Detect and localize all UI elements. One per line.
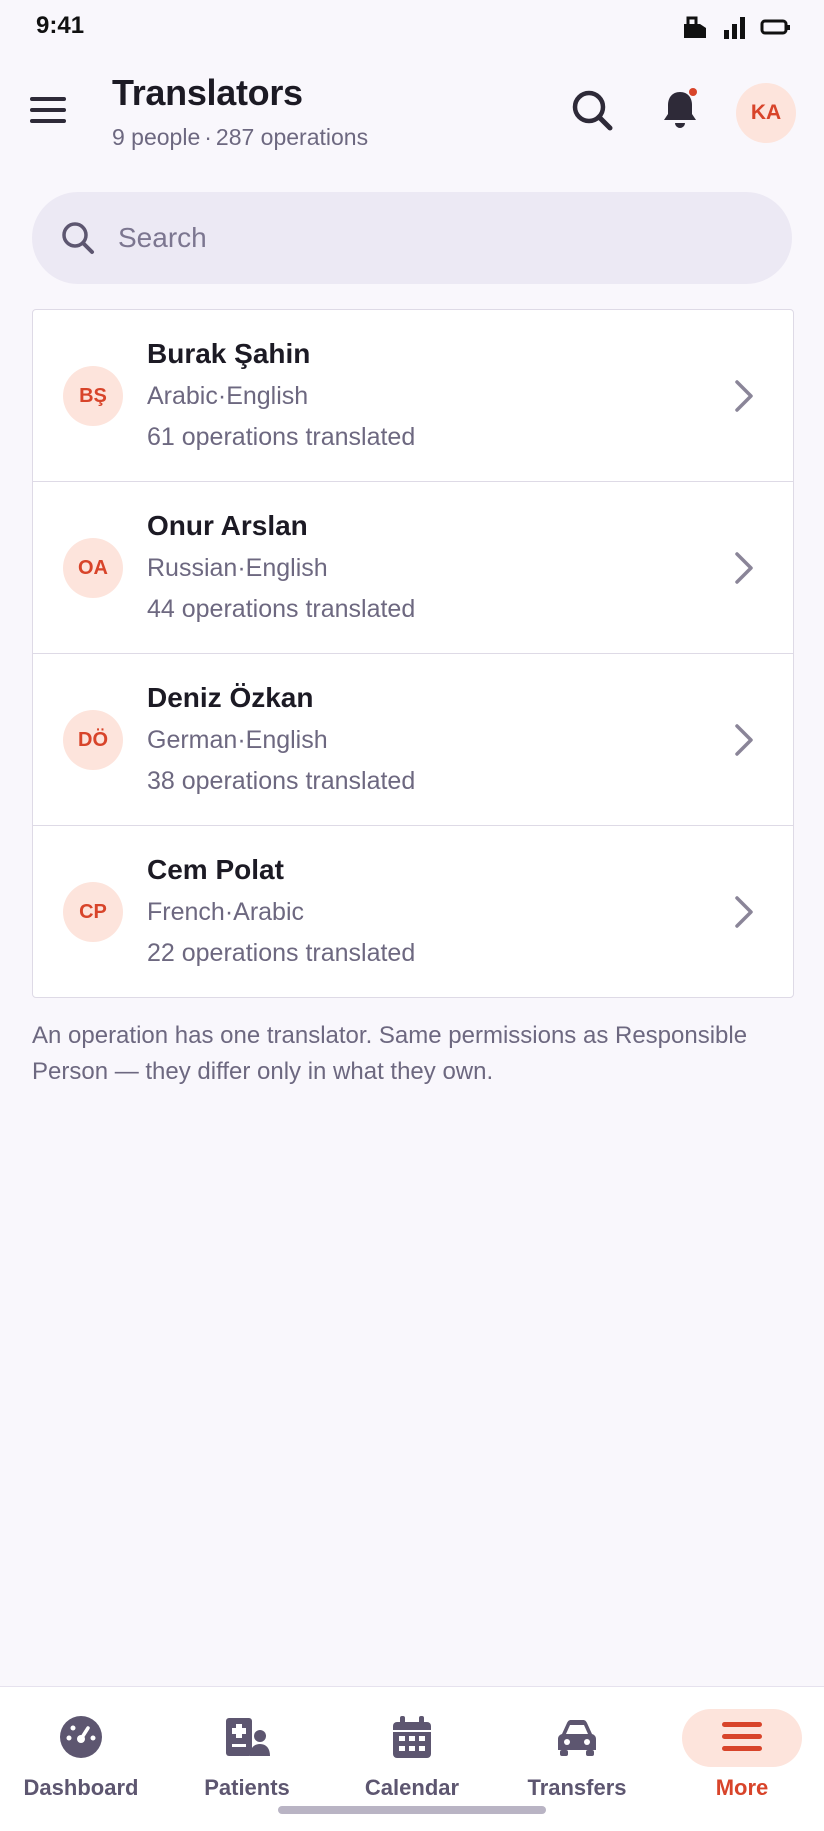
signal-icon (724, 17, 745, 39)
language-secondary: Arabic (233, 898, 305, 926)
translator-operations: 38 operations translated (147, 767, 416, 795)
translator-info: Burak Şahin Arabic·English 61 operations… (147, 338, 415, 452)
translator-languages: Russian·English (147, 554, 415, 583)
car-icon (558, 1720, 596, 1756)
translator-row-cem-polat[interactable]: CP Cem Polat French·Arabic 22 operations… (33, 826, 793, 997)
hamburger-icon (30, 97, 66, 123)
footnote: An operation has one translator. Same pe… (32, 1022, 748, 1085)
translator-languages: German·English (147, 726, 415, 755)
battery-icon (760, 19, 790, 35)
search-input[interactable] (116, 221, 720, 255)
nav-label: Calendar (364, 1775, 460, 1800)
chevron-right-icon (735, 896, 753, 928)
nav-more[interactable]: More (667, 1707, 817, 1801)
chevron-right-icon (735, 380, 753, 412)
nav-label: Transfers (527, 1775, 627, 1800)
search-bar[interactable] (32, 192, 792, 284)
nav-calendar[interactable]: Calendar (337, 1707, 487, 1801)
bell-icon (664, 88, 697, 128)
translator-operations: 44 operations translated (147, 595, 416, 623)
translator-row-deniz-ozkan[interactable]: DÖ Deniz Özkan German·English 38 operati… (33, 654, 793, 826)
subtitle-operations: 287 operations (215, 124, 369, 150)
app-header: Translators 9 people · 287 operations KA (0, 60, 824, 180)
language-separator: · (224, 898, 234, 926)
notification-dot (689, 88, 697, 96)
translator-avatar: DÖ (63, 710, 123, 770)
translator-avatar: OA (63, 538, 123, 598)
nav-transfers[interactable]: Transfers (502, 1707, 652, 1801)
translator-name: Cem Polat (147, 854, 284, 885)
search-button[interactable] (568, 86, 616, 134)
dashboard-icon (60, 1716, 102, 1758)
language-primary: Russian (147, 554, 238, 582)
nav-label: Dashboard (23, 1775, 139, 1800)
home-indicator (278, 1806, 546, 1814)
translator-row-burak-sahin[interactable]: BŞ Burak Şahin Arabic·English 61 operati… (33, 310, 793, 482)
chevron-right-icon (735, 552, 753, 584)
menu-button[interactable] (30, 92, 66, 128)
translator-name: Onur Arslan (147, 510, 308, 541)
language-separator: · (217, 382, 227, 410)
user-avatar[interactable]: KA (736, 83, 796, 143)
language-secondary: English (226, 382, 309, 410)
language-primary: Arabic (147, 382, 218, 410)
translator-row-onur-arslan[interactable]: OA Onur Arslan Russian·English 44 operat… (33, 482, 793, 654)
translator-avatar: CP (63, 882, 123, 942)
subtitle-people: 9 people (112, 124, 201, 150)
translator-list: BŞ Burak Şahin Arabic·English 61 operati… (32, 309, 794, 998)
status-time: 9:41 (36, 12, 85, 39)
status-icons (680, 14, 790, 40)
translator-info: Onur Arslan Russian·English 44 operation… (147, 510, 415, 624)
calendar-icon (393, 1716, 431, 1758)
translator-languages: French·Arabic (147, 898, 415, 927)
language-secondary: English (245, 554, 328, 582)
language-separator: · (237, 726, 246, 754)
nav-label: Patients (204, 1775, 290, 1800)
title-block: Translators 9 people · 287 operations (112, 72, 368, 151)
chevron-right-icon (735, 724, 753, 756)
translator-operations: 22 operations translated (147, 939, 416, 967)
language-secondary: English (245, 726, 328, 754)
translator-name: Deniz Özkan (147, 682, 314, 713)
sim-icon (684, 16, 706, 38)
translator-name: Burak Şahin (147, 338, 311, 369)
nav-label: More (715, 1775, 769, 1800)
menu-icon (722, 1722, 762, 1751)
nav-patients[interactable]: Patients (172, 1707, 322, 1801)
status-bar: 9:41 (0, 0, 824, 56)
language-primary: French (147, 898, 225, 926)
patients-icon (226, 1718, 270, 1756)
subtitle-separator: · (204, 124, 212, 150)
search-icon (572, 90, 613, 131)
translator-operations: 61 operations translated (147, 423, 416, 451)
page-subtitle: 9 people · 287 operations (112, 124, 368, 151)
search-icon (62, 222, 94, 254)
language-primary: German (147, 726, 238, 754)
nav-dashboard[interactable]: Dashboard (6, 1707, 156, 1801)
notifications-button[interactable] (656, 86, 704, 134)
language-separator: · (237, 554, 246, 582)
translator-info: Deniz Özkan German·English 38 operations… (147, 682, 415, 796)
translator-info: Cem Polat French·Arabic 22 operations tr… (147, 854, 415, 968)
translator-avatar: BŞ (63, 366, 123, 426)
page-title: Translators (112, 72, 303, 113)
translator-languages: Arabic·English (147, 382, 415, 411)
